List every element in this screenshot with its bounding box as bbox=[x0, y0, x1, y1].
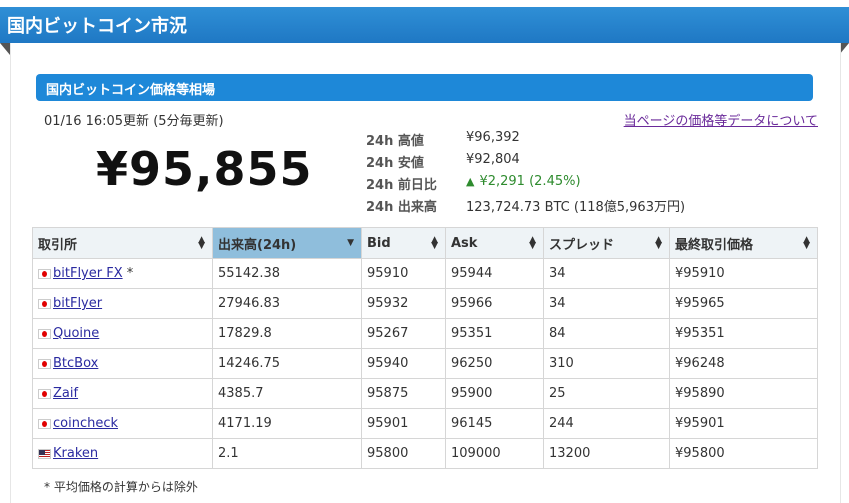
bid-cell: 95800 bbox=[361, 438, 446, 469]
ask-cell: 96145 bbox=[445, 408, 544, 439]
stat-label: 24h 出来高 bbox=[366, 200, 437, 215]
last-price-cell: ¥95351 bbox=[669, 318, 818, 349]
spread-cell: 34 bbox=[543, 258, 670, 289]
section-header: 国内ビットコイン価格等相場 bbox=[36, 74, 813, 101]
ask-cell: 96250 bbox=[445, 348, 544, 379]
spread-cell: 34 bbox=[543, 288, 670, 319]
spread-cell: 84 bbox=[543, 318, 670, 349]
column-header-bid[interactable]: Bid ▲ ▼ bbox=[361, 227, 446, 259]
sort-both-icon: ▲ ▼ bbox=[655, 235, 662, 251]
stat-label: 24h 前日比 bbox=[366, 178, 437, 193]
exchange-cell: coincheck bbox=[32, 408, 213, 439]
triangle-up-icon: ▲ bbox=[466, 175, 475, 188]
spread-cell: 13200 bbox=[543, 438, 670, 469]
stat-label: 24h 安値 bbox=[366, 156, 424, 171]
column-header-ask[interactable]: Ask ▲ ▼ bbox=[445, 227, 544, 259]
japan-flag-icon bbox=[38, 328, 51, 339]
update-timestamp: 01/16 16:05更新 (5分毎更新) bbox=[44, 114, 224, 129]
ask-cell: 95351 bbox=[445, 318, 544, 349]
column-header-last-price[interactable]: 最終取引価格 ▲ ▼ bbox=[669, 227, 818, 259]
ribbon-fold-left bbox=[0, 43, 10, 55]
spread-cell: 310 bbox=[543, 348, 670, 379]
price-data-info-link[interactable]: 当ページの価格等データについて bbox=[624, 110, 818, 129]
column-header-spread[interactable]: スプレッド ▲ ▼ bbox=[543, 227, 670, 259]
table-row: Zaif 4385.7 95875 95900 25 ¥95890 bbox=[32, 378, 818, 409]
top-header-bar: 国内ビットコイン市況 bbox=[0, 7, 849, 43]
exchange-link[interactable]: Zaif bbox=[53, 386, 78, 401]
bid-cell: 95875 bbox=[361, 378, 446, 409]
japan-flag-icon bbox=[38, 388, 51, 399]
exchange-link[interactable]: Quoine bbox=[53, 326, 99, 341]
last-price-cell: ¥95965 bbox=[669, 288, 818, 319]
table-row: Kraken 2.1 95800 109000 13200 ¥95800 bbox=[32, 438, 818, 469]
volume-cell: 4171.19 bbox=[212, 408, 362, 439]
last-price-cell: ¥95800 bbox=[669, 438, 818, 469]
column-header-exchange[interactable]: 取引所 ▲ ▼ bbox=[32, 227, 213, 259]
japan-flag-icon bbox=[38, 358, 51, 369]
exchange-table: 取引所 ▲ ▼ 出来高(24h) ▼ Bid ▲ ▼ Ask ▲ ▼ スプレッド ▲ ▼ 最終取引… bbox=[32, 227, 818, 469]
stat-label: 24h 高値 bbox=[366, 134, 424, 149]
volume-cell: 4385.7 bbox=[212, 378, 362, 409]
current-price: ¥95,855 bbox=[96, 142, 313, 196]
bid-cell: 95910 bbox=[361, 258, 446, 289]
sort-both-icon: ▲ ▼ bbox=[431, 235, 438, 251]
ask-cell: 95944 bbox=[445, 258, 544, 289]
last-price-cell: ¥96248 bbox=[669, 348, 818, 379]
japan-flag-icon bbox=[38, 268, 51, 279]
stat-value: ¥96,392 bbox=[466, 130, 520, 145]
table-row: BtcBox 14246.75 95940 96250 310 ¥96248 bbox=[32, 348, 818, 379]
table-header-row: 取引所 ▲ ▼ 出来高(24h) ▼ Bid ▲ ▼ Ask ▲ ▼ スプレッド ▲ ▼ 最終取引… bbox=[32, 227, 818, 259]
exchange-cell: bitFlyer FX * bbox=[32, 258, 213, 289]
stat-value: ¥92,804 bbox=[466, 152, 520, 167]
exchange-cell: Zaif bbox=[32, 378, 213, 409]
stat-value: 123,724.73 BTC (118億5,963万円) bbox=[466, 200, 686, 215]
column-header-volume[interactable]: 出来高(24h) ▼ bbox=[212, 227, 362, 259]
sort-both-icon: ▲ ▼ bbox=[803, 235, 810, 251]
exchange-cell: BtcBox bbox=[32, 348, 213, 379]
exchange-link[interactable]: BtcBox bbox=[53, 356, 98, 371]
spread-cell: 244 bbox=[543, 408, 670, 439]
stat-change-value: ▲ ¥2,291 (2.45%) bbox=[466, 174, 581, 189]
sort-both-icon: ▲ ▼ bbox=[529, 235, 536, 251]
last-price-cell: ¥95910 bbox=[669, 258, 818, 289]
volume-cell: 17829.8 bbox=[212, 318, 362, 349]
volume-cell: 14246.75 bbox=[212, 348, 362, 379]
last-price-cell: ¥95901 bbox=[669, 408, 818, 439]
sort-desc-icon: ▼ bbox=[347, 238, 354, 248]
bid-cell: 95932 bbox=[361, 288, 446, 319]
table-row: Quoine 17829.8 95267 95351 84 ¥95351 bbox=[32, 318, 818, 349]
page-title: 国内ビットコイン市況 bbox=[7, 16, 187, 37]
table-row: bitFlyer FX * 55142.38 95910 95944 34 ¥9… bbox=[32, 258, 818, 289]
exchange-cell: Kraken bbox=[32, 438, 213, 469]
us-flag-icon bbox=[38, 448, 51, 459]
exchange-link[interactable]: coincheck bbox=[53, 416, 118, 431]
table-row: coincheck 4171.19 95901 96145 244 ¥95901 bbox=[32, 408, 818, 439]
table-row: bitFlyer 27946.83 95932 95966 34 ¥95965 bbox=[32, 288, 818, 319]
ask-cell: 95900 bbox=[445, 378, 544, 409]
volume-cell: 55142.38 bbox=[212, 258, 362, 289]
exchange-cell: Quoine bbox=[32, 318, 213, 349]
section-title: 国内ビットコイン価格等相場 bbox=[46, 83, 216, 98]
exclusion-mark: * bbox=[126, 266, 134, 281]
japan-flag-icon bbox=[38, 418, 51, 429]
spread-cell: 25 bbox=[543, 378, 670, 409]
volume-cell: 27946.83 bbox=[212, 288, 362, 319]
ask-cell: 109000 bbox=[445, 438, 544, 469]
ask-cell: 95966 bbox=[445, 288, 544, 319]
bid-cell: 95267 bbox=[361, 318, 446, 349]
japan-flag-icon bbox=[38, 298, 51, 309]
last-price-cell: ¥95890 bbox=[669, 378, 818, 409]
exchange-link[interactable]: Kraken bbox=[53, 446, 98, 461]
stat-value: ¥2,291 (2.45%) bbox=[479, 174, 581, 189]
bid-cell: 95901 bbox=[361, 408, 446, 439]
exchange-link[interactable]: bitFlyer bbox=[53, 296, 102, 311]
exchange-link[interactable]: bitFlyer FX bbox=[53, 266, 123, 281]
volume-cell: 2.1 bbox=[212, 438, 362, 469]
exchange-cell: bitFlyer bbox=[32, 288, 213, 319]
bid-cell: 95940 bbox=[361, 348, 446, 379]
sort-both-icon: ▲ ▼ bbox=[198, 235, 205, 251]
